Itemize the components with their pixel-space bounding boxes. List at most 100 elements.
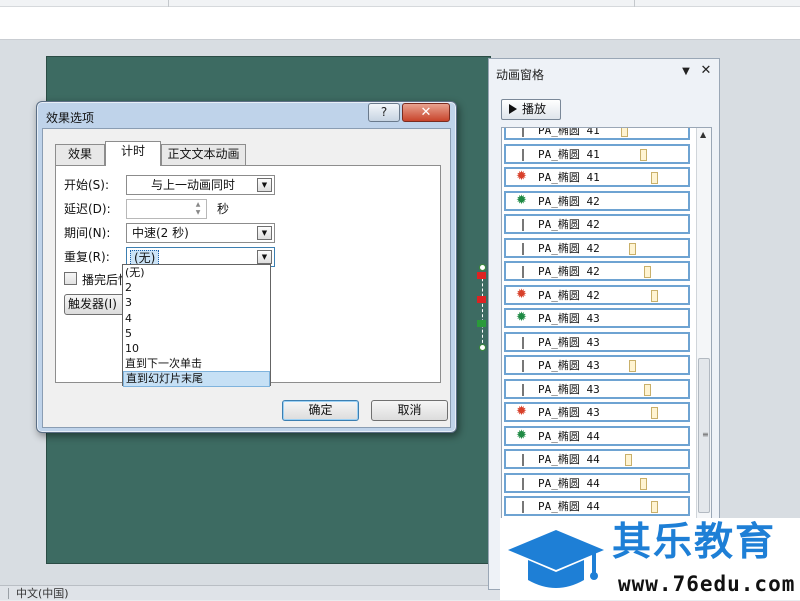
language-indicator[interactable]: 中文(中国) (16, 586, 69, 601)
dialog-title: 效果选项 (46, 111, 95, 125)
timeline-bar[interactable] (651, 172, 658, 184)
timing-bar-icon (522, 454, 524, 466)
watermark-logo: 其乐教育 www.76edu.com (500, 518, 800, 600)
timing-bar-icon (522, 128, 524, 137)
repeat-option[interactable]: (无) (123, 265, 270, 280)
ribbon-area (0, 0, 800, 40)
animation-list-item[interactable]: PA_椭圆 44 (504, 449, 690, 469)
animation-list-item[interactable]: ✹ PA_椭圆 44 (504, 425, 690, 446)
watermark-url: www.76edu.com (618, 572, 796, 596)
animation-list-item[interactable]: PA_椭圆 42 (504, 261, 690, 281)
animation-list-item[interactable]: PA_椭圆 43 (504, 355, 690, 375)
animation-list-scrollbar[interactable]: ▲ ≡ (696, 128, 711, 576)
animation-item-name: PA_椭圆 42 (538, 265, 600, 278)
repeat-option[interactable]: 10 (123, 341, 270, 356)
timing-bar-icon (522, 383, 524, 396)
timeline-bar[interactable] (629, 242, 636, 255)
exit-effect-star-icon: ✹ (516, 286, 527, 302)
animation-item-name: PA_椭圆 42 (538, 241, 600, 255)
timing-bar-icon (522, 219, 524, 231)
animation-item-name: PA_椭圆 43 (538, 335, 600, 349)
tab-effect[interactable]: 效果 (55, 144, 105, 165)
resize-handle[interactable] (479, 264, 486, 271)
animation-pane-title: 动画窗格 (496, 68, 545, 82)
start-select[interactable]: 与上一动画同时 ▼ (126, 175, 275, 195)
animation-list-item[interactable]: ✹ PA_椭圆 41 (504, 167, 690, 187)
delay-unit: 秒 (217, 202, 230, 216)
animation-list-item[interactable]: PA_椭圆 43 (504, 331, 690, 352)
scrollbar-grip-icon: ≡ (702, 430, 709, 439)
timeline-bar[interactable] (640, 477, 647, 490)
animation-marker-icon (477, 296, 486, 303)
start-select-value: 与上一动画同时 (151, 178, 236, 192)
ribbon-group-separator (168, 0, 169, 7)
chevron-down-icon[interactable]: ▼ (257, 178, 272, 192)
animation-list-item[interactable]: PA_椭圆 43 (504, 378, 690, 399)
animation-list-item[interactable]: PA_椭圆 41 (504, 127, 690, 140)
ok-button[interactable]: 确定 (282, 400, 359, 421)
timeline-bar[interactable] (621, 128, 628, 137)
animation-list-item[interactable]: ✹ PA_椭圆 43 (504, 308, 690, 328)
tab-text-animation[interactable]: 正文文本动画 (161, 144, 246, 165)
cancel-button[interactable]: 取消 (371, 400, 448, 421)
timing-bar-icon (522, 148, 524, 161)
watermark-brand: 其乐教育 (612, 520, 777, 565)
pane-menu-chevron-down-icon[interactable]: ▼ (679, 65, 693, 79)
rewind-checkbox[interactable] (64, 272, 77, 285)
animation-item-name: PA_椭圆 41 (538, 127, 600, 137)
timeline-bar[interactable] (651, 407, 658, 419)
timing-bar-icon (522, 266, 524, 278)
timeline-bar[interactable] (651, 289, 658, 302)
animation-item-name: PA_椭圆 43 (538, 359, 600, 372)
delay-spinner[interactable]: ▲ ▼ (126, 199, 207, 219)
repeat-option[interactable]: 4 (123, 311, 270, 326)
animation-list-item[interactable]: PA_椭圆 42 (504, 237, 690, 258)
repeat-option[interactable]: 3 (123, 295, 270, 310)
animation-list-item[interactable]: PA_椭圆 41 (504, 143, 690, 164)
animation-list-item[interactable]: PA_椭圆 42 (504, 214, 690, 234)
repeat-option[interactable]: 直到幻灯片末尾 (123, 371, 270, 387)
timeline-bar[interactable] (651, 501, 658, 513)
ribbon-group-strip (0, 0, 800, 7)
animation-list-item[interactable]: ✹ PA_椭圆 42 (504, 284, 690, 305)
duration-label: 期间(N): (64, 226, 111, 240)
timing-bar-icon (522, 360, 524, 372)
scrollbar-thumb[interactable]: ≡ (698, 358, 710, 513)
timeline-bar[interactable] (644, 266, 651, 278)
timeline-bar[interactable] (640, 148, 647, 161)
exit-effect-star-icon: ✹ (516, 404, 527, 419)
play-button-label: 播放 (522, 102, 547, 116)
timeline-bar[interactable] (644, 383, 651, 396)
chevron-down-icon[interactable]: ▼ (257, 250, 272, 264)
scroll-up-icon[interactable]: ▲ (700, 130, 706, 139)
animation-list-item[interactable]: PA_椭圆 44 (504, 472, 690, 493)
animation-item-name: PA_椭圆 43 (538, 382, 600, 396)
duration-select[interactable]: 中速(2 秒) ▼ (126, 223, 275, 243)
duration-select-value: 中速(2 秒) (132, 226, 189, 240)
start-label: 开始(S): (64, 178, 110, 192)
entrance-effect-star-icon: ✹ (516, 427, 527, 443)
repeat-label: 重复(R): (64, 250, 110, 264)
animation-item-name: PA_椭圆 43 (538, 406, 600, 419)
chevron-down-icon[interactable]: ▼ (257, 226, 272, 240)
pane-close-icon[interactable]: ✕ (699, 64, 713, 78)
timing-bar-icon (522, 477, 524, 490)
dialog-close-button[interactable]: ✕ (402, 103, 450, 122)
animation-list-item[interactable]: ✹ PA_椭圆 42 (504, 190, 690, 211)
timing-bar-icon (522, 336, 524, 349)
play-button[interactable]: 播放 (501, 99, 561, 120)
resize-handle[interactable] (479, 344, 486, 351)
timeline-bar[interactable] (625, 454, 632, 466)
tab-timing[interactable]: 计时 (105, 141, 161, 166)
repeat-option[interactable]: 5 (123, 326, 270, 341)
animation-list-items: PA_椭圆 41 PA_椭圆 41 ✹ PA_椭圆 41 ✹ PA_椭圆 42 PA_椭圆 … (504, 127, 690, 520)
help-button[interactable]: ? (368, 103, 400, 122)
animation-item-name: PA_椭圆 44 (538, 453, 600, 466)
repeat-option[interactable]: 直到下一次单击 (123, 356, 270, 371)
repeat-option[interactable]: 2 (123, 280, 270, 295)
animation-list-item[interactable]: PA_椭圆 44 (504, 496, 690, 516)
timeline-bar[interactable] (629, 360, 636, 372)
animation-list-item[interactable]: ✹ PA_椭圆 43 (504, 402, 690, 422)
spinner-arrows-icon[interactable]: ▲ ▼ (191, 201, 205, 217)
trigger-button[interactable]: 触发器(I) (64, 294, 126, 315)
